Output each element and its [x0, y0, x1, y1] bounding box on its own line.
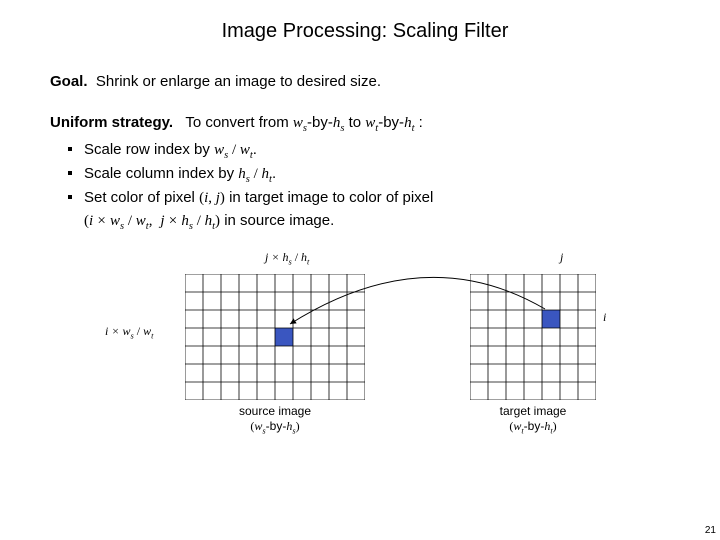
list-item: Set color of pixel (i, j) in target imag… [84, 187, 680, 234]
goal-paragraph: Goal. Shrink or enlarge an image to desi… [50, 71, 680, 92]
goal-label: Goal. [50, 73, 88, 90]
strategy-text: To convert from ws-by-hs to wt-by-ht : [181, 114, 422, 131]
strategy-paragraph: Uniform strategy. To convert from ws-by-… [50, 112, 680, 234]
scaling-figure: j × hs / ht i × ws / wt j i source image… [55, 254, 675, 464]
page-number: 21 [705, 525, 716, 536]
list-item: Scale column index by hs / ht. [84, 163, 680, 187]
strategy-label: Uniform strategy. [50, 114, 173, 131]
mapping-arrow [55, 254, 675, 464]
page-title: Image Processing: Scaling Filter [50, 20, 680, 43]
list-item: Scale row index by ws / wt. [84, 139, 680, 163]
bullet-list: Scale row index by ws / wt. Scale column… [50, 139, 680, 234]
goal-text: Shrink or enlarge an image to desired si… [96, 73, 381, 90]
